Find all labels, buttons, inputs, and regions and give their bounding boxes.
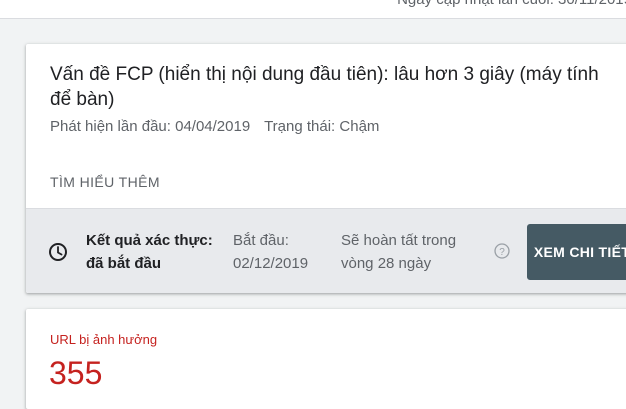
validation-start: Bắt đầu: 02/12/2019 bbox=[233, 229, 308, 275]
validation-status-line1: Kết quả xác thực: bbox=[86, 232, 213, 249]
validation-complete-estimate: Sẽ hoàn tất trong vòng 28 ngày bbox=[341, 229, 456, 275]
learn-more-link[interactable]: TÌM HIỂU THÊM bbox=[50, 174, 160, 190]
issue-title: Vấn đề FCP (hiển thị nội dung đầu tiên):… bbox=[50, 64, 599, 110]
complete-line1: Sẽ hoàn tất trong bbox=[341, 232, 457, 249]
status-text: Trạng thái: Chậm bbox=[264, 118, 380, 135]
see-details-button[interactable]: XEM CHI TIẾT bbox=[527, 224, 626, 280]
validation-panel: Kết quả xác thực: đã bắt đầu Bắt đầu: 02… bbox=[26, 208, 626, 293]
issue-card: Vấn đề FCP (hiển thị nội dung đầu tiên):… bbox=[26, 44, 626, 293]
svg-text:?: ? bbox=[499, 247, 505, 258]
start-date: 02/12/2019 bbox=[233, 255, 309, 272]
help-icon[interactable]: ? bbox=[494, 243, 510, 259]
affected-urls-card: URL bị ảnh hưởng 355 bbox=[26, 309, 626, 409]
validation-status: Kết quả xác thực: đã bắt đầu bbox=[86, 229, 213, 275]
affected-urls-count: 355 bbox=[49, 355, 103, 391]
affected-urls-label: URL bị ảnh hưởng bbox=[50, 332, 158, 347]
last-updated-text: Ngày cập nhật lần cuối: 30/11/2019 bbox=[397, 0, 626, 8]
clock-icon bbox=[49, 243, 67, 261]
first-detected-text: Phát hiện lần đầu: 04/04/2019 bbox=[50, 118, 251, 135]
issue-meta: Phát hiện lần đầu: 04/04/2019 Trạng thái… bbox=[50, 118, 389, 135]
start-label: Bắt đầu: bbox=[233, 232, 289, 249]
complete-line2: vòng 28 ngày bbox=[341, 255, 432, 272]
top-bar: Ngày cập nhật lần cuối: 30/11/2019 bbox=[0, 0, 626, 19]
validation-status-line2: đã bắt đầu bbox=[86, 255, 162, 272]
